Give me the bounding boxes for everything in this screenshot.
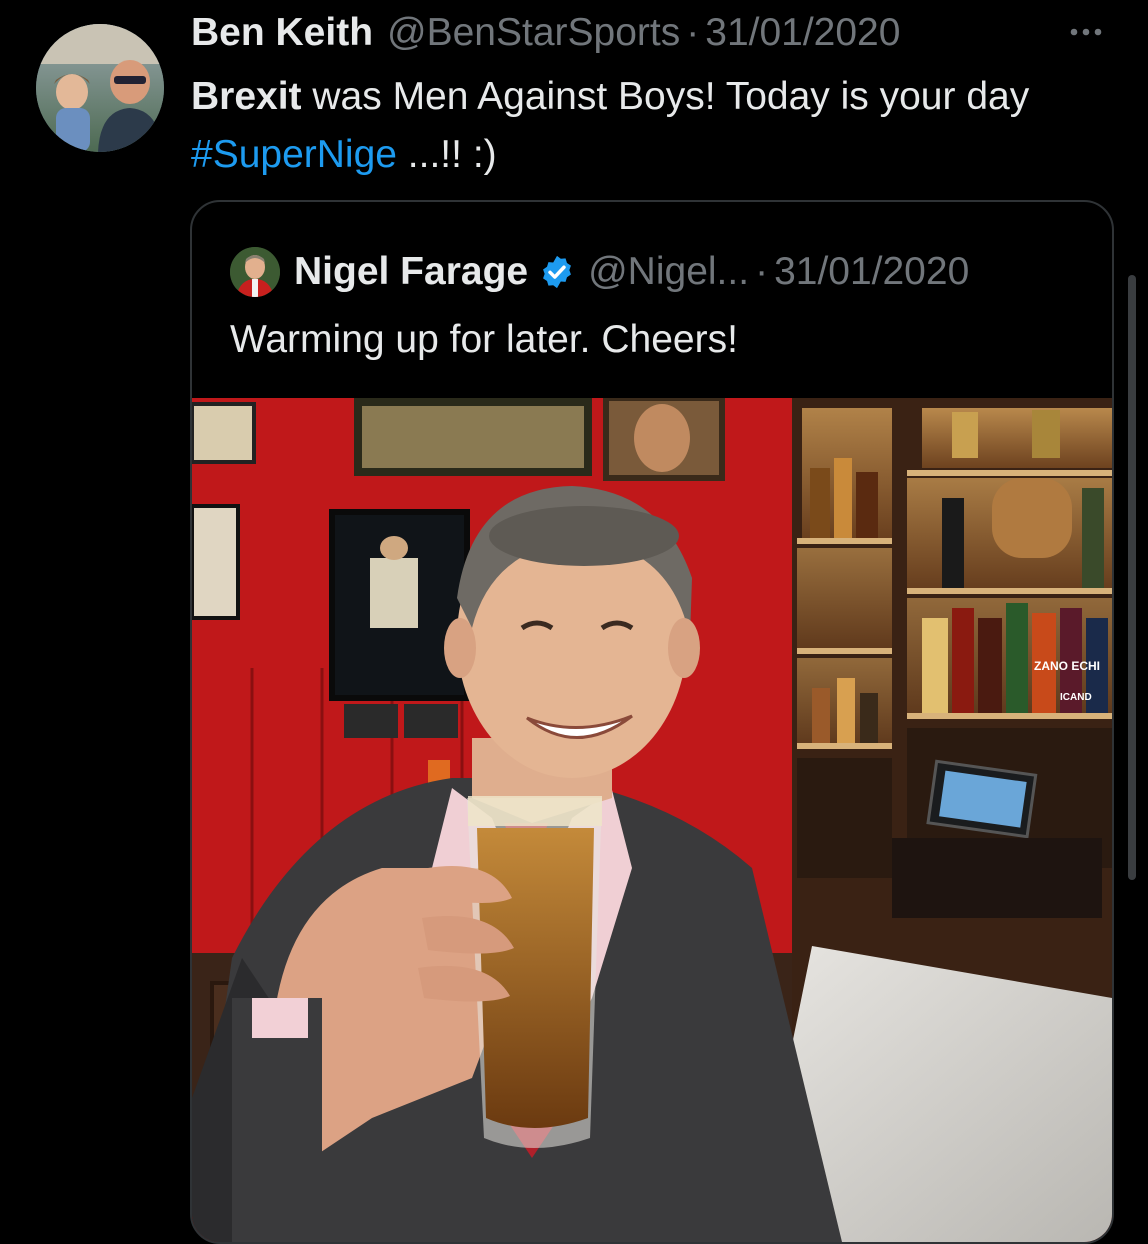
author-avatar[interactable] — [36, 24, 164, 152]
tweet-text: Brexit was Men Against Boys! Today is yo… — [191, 68, 1091, 184]
separator-dot: · — [686, 11, 700, 54]
tweet-date[interactable]: 31/01/2020 — [705, 11, 900, 55]
more-icon — [1070, 28, 1102, 36]
tweet-text-body: was Men Against Boys! Today is your day — [301, 75, 1030, 118]
quoted-tweet-header: Nigel Farage @Nigel... · 31/01/2020 — [230, 246, 969, 298]
quoted-tweet-text: Warming up for later. Cheers! — [230, 318, 738, 361]
photo-sign-text: ZANO ECHI — [1034, 659, 1100, 673]
photo-label-text: ICAND — [1060, 692, 1092, 703]
author-handle[interactable]: @BenStarSports — [387, 11, 680, 55]
quoted-author-avatar[interactable] — [230, 247, 280, 297]
author-name[interactable]: Ben Keith — [191, 11, 373, 55]
tweet: Ben Keith @BenStarSports · 31/01/2020 Br… — [0, 0, 1148, 1244]
quoted-tweet-photo[interactable]: ZANO ECHI ICAND — [192, 398, 1112, 1242]
more-options-button[interactable] — [1066, 14, 1106, 50]
quoted-tweet-date[interactable]: 31/01/2020 — [774, 250, 969, 294]
verified-badge-icon — [543, 255, 572, 289]
hashtag-link[interactable]: #SuperNige — [191, 133, 397, 176]
quoted-author-handle[interactable]: @Nigel... — [588, 250, 749, 294]
tweet-header: Ben Keith @BenStarSports · 31/01/2020 — [191, 8, 900, 58]
quoted-tweet-card[interactable]: Nigel Farage @Nigel... · 31/01/2020 Warm… — [190, 200, 1114, 1244]
scrollbar[interactable] — [1128, 275, 1136, 880]
quoted-author-name[interactable]: Nigel Farage — [294, 250, 528, 294]
quoted-separator-dot: · — [755, 250, 769, 293]
tweet-text-end: ...!! :) — [396, 133, 497, 176]
tweet-text-bold: Brexit — [191, 75, 302, 118]
